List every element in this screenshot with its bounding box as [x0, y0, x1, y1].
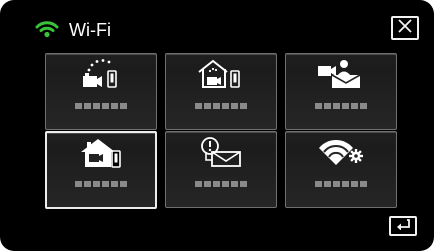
tile-label-placeholder: [195, 103, 249, 109]
home-camera-phone-icon: [197, 58, 245, 95]
wifi-signal-icon: [35, 20, 59, 38]
direct-monitoring-icon: [79, 58, 123, 95]
visitor-notification-button[interactable]: [45, 131, 157, 209]
mail-alert-icon: [198, 136, 244, 173]
tile-label-placeholder: [75, 103, 129, 109]
tile-label-placeholder: [195, 181, 249, 187]
indoor-monitoring-button[interactable]: [165, 53, 277, 130]
wifi-settings-button[interactable]: [285, 131, 397, 208]
close-icon: [398, 18, 412, 38]
tile-label-placeholder: [315, 103, 369, 109]
camera-mail-icon: [316, 58, 366, 95]
back-button[interactable]: [389, 216, 417, 236]
wifi-settings-icon: [316, 136, 366, 173]
tile-label-placeholder: [75, 181, 129, 187]
direct-monitoring-button[interactable]: [45, 53, 157, 130]
mail-notification-button[interactable]: [165, 131, 277, 208]
home-visitor-icon: [79, 137, 123, 174]
page-title: Wi-Fi: [69, 20, 111, 40]
mail-video-button[interactable]: [285, 53, 397, 130]
header: Wi-Fi: [0, 0, 434, 44]
close-button[interactable]: [391, 16, 419, 40]
menu-grid: [45, 53, 397, 223]
tile-label-placeholder: [315, 181, 369, 187]
camera-lcd-screen: Wi-Fi: [0, 0, 434, 251]
return-icon: [395, 217, 411, 235]
